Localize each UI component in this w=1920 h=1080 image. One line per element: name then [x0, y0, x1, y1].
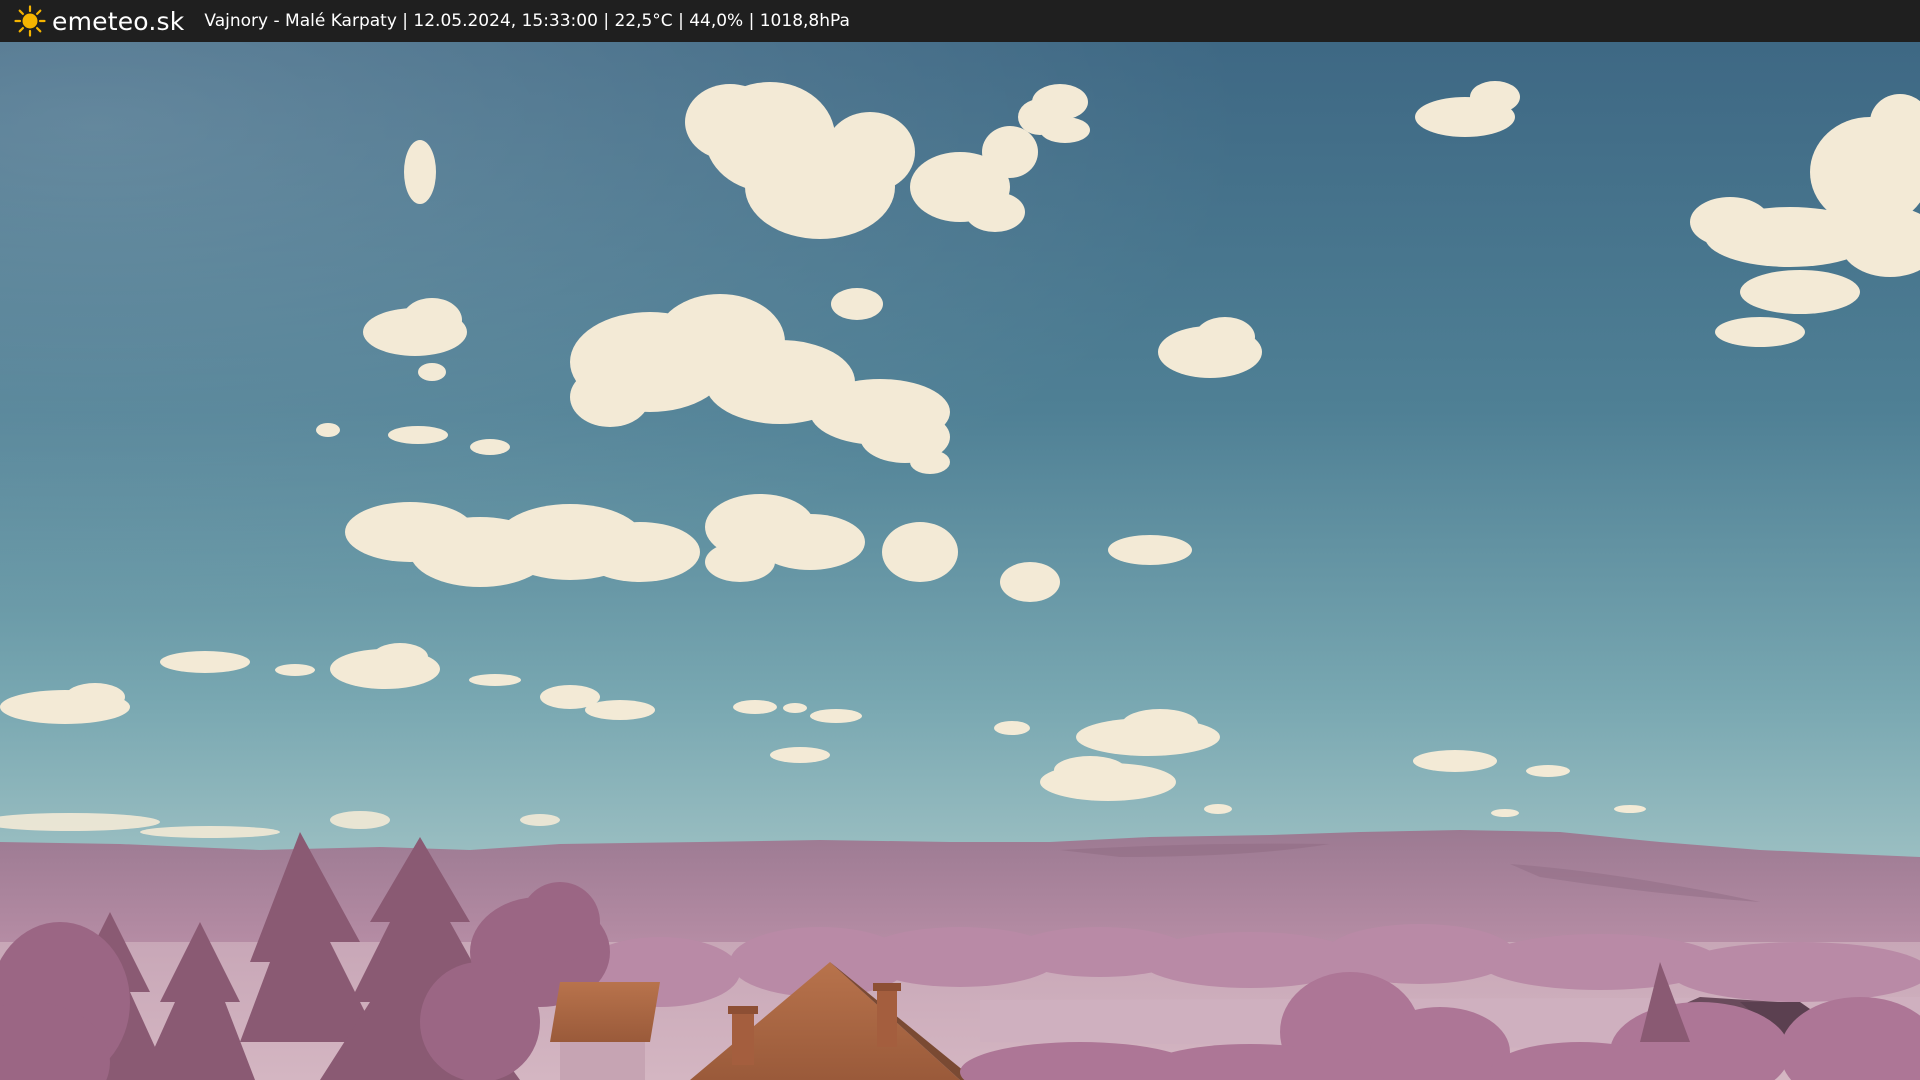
cloud	[160, 651, 250, 673]
sun-icon	[14, 5, 46, 37]
brand-logo[interactable]: emeteo.sk	[14, 0, 184, 42]
cloud	[1204, 804, 1232, 814]
cloud	[1526, 765, 1570, 777]
cloud	[1491, 809, 1519, 817]
cloud	[316, 423, 340, 437]
webcam-image	[0, 42, 1920, 1080]
cloud	[783, 703, 807, 713]
cloud	[469, 674, 521, 686]
cloud	[388, 426, 448, 444]
info-bar: emeteo.sk Vajnory - Malé Karpaty | 12.05…	[0, 0, 1920, 42]
cloud	[810, 709, 862, 723]
cloud	[831, 288, 883, 320]
cloud	[275, 664, 315, 676]
cloud	[1614, 805, 1646, 813]
cloud	[1000, 562, 1060, 602]
weather-status-line: Vajnory - Malé Karpaty | 12.05.2024, 15:…	[204, 11, 850, 31]
cloud	[404, 140, 436, 204]
cloud	[994, 721, 1030, 735]
cloud	[1108, 535, 1192, 565]
cloud	[770, 747, 830, 763]
webcam-viewer: emeteo.sk Vajnory - Malé Karpaty | 12.05…	[0, 0, 1920, 1080]
cloud	[470, 439, 510, 455]
cloud	[733, 700, 777, 714]
cloud	[1413, 750, 1497, 772]
brand-name: emeteo.sk	[52, 6, 185, 36]
roof-left	[550, 982, 660, 1080]
